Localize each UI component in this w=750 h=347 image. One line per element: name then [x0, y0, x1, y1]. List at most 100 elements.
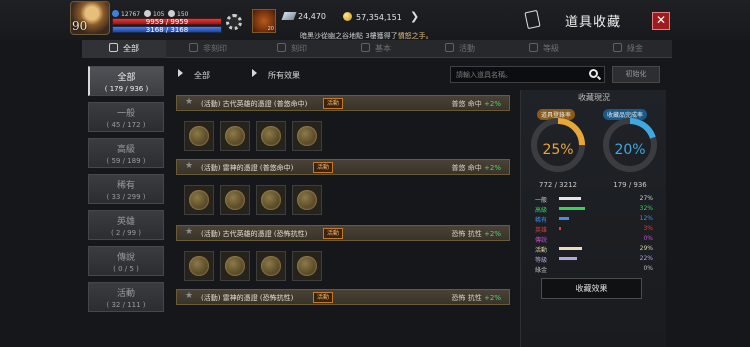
- collection-item-slot[interactable]: [220, 185, 250, 215]
- grade-label: 等級: [535, 257, 548, 264]
- tab-level[interactable]: 等級: [502, 40, 586, 58]
- effect-label: 普悠 命中: [451, 164, 482, 172]
- sidebar-item-label: 稀有: [116, 181, 135, 191]
- star-icon[interactable]: ★: [185, 161, 193, 171]
- player-level: 90: [72, 19, 88, 33]
- stat-a-value: 12767: [121, 11, 141, 18]
- tab-label: 綠金: [627, 44, 643, 53]
- tab-event[interactable]: 活動: [418, 40, 502, 58]
- grade-label: 綠金: [535, 267, 548, 274]
- coin-icon: [343, 12, 352, 21]
- entry-header[interactable]: ★ (活動) 古代英雄的憑證 (恐怖抗性) 活動 恐怖 抗性 +2%: [176, 225, 510, 241]
- star-icon[interactable]: ★: [185, 97, 193, 107]
- sidebar-item-hero[interactable]: 英雄 ( 2 / 99 ): [88, 210, 164, 240]
- tab-basic[interactable]: 基本: [334, 40, 418, 58]
- sidebar-item-count: ( 2 / 99 ): [110, 229, 142, 237]
- sidebar-item-label: 高級: [116, 145, 135, 155]
- tab-engraved[interactable]: 刻印: [250, 40, 334, 58]
- sidebar-item-advanced[interactable]: 高級 ( 59 / 189 ): [88, 138, 164, 168]
- category-filter[interactable]: 全部: [194, 70, 210, 81]
- effect-value: +2%: [484, 100, 501, 108]
- effect-label: 恐怖 抗性: [451, 294, 482, 302]
- tab-all[interactable]: 全部: [82, 40, 166, 58]
- grade-value: 22%: [639, 255, 653, 262]
- collection-item-slot[interactable]: [292, 121, 322, 151]
- collection-item-slot[interactable]: [220, 121, 250, 151]
- category-filter-arrow-icon[interactable]: [178, 69, 183, 77]
- grade-label: 傳說: [535, 237, 548, 244]
- tab-label: 刻印: [291, 44, 307, 53]
- collection-list[interactable]: ★ (活動) 古代英雄的憑證 (普悠命中) 活動 普悠 命中 +2% ★ (活動…: [174, 90, 512, 347]
- sidebar-item-label: 一般: [116, 109, 135, 119]
- entry-name: (活動) 雷神的憑證 (恐怖抗性): [201, 294, 294, 302]
- gear-icon[interactable]: [226, 14, 242, 30]
- effect-value: +2%: [484, 164, 501, 172]
- effect-value: +2%: [484, 294, 501, 302]
- notice-highlight: 憤怒之手。: [397, 32, 433, 40]
- grade-sidebar: 全部 ( 179 / 936 ) 一般 ( 45 / 172 ) 高級 ( 59 / …: [88, 66, 166, 347]
- sidebar-item-legend[interactable]: 傳說 ( 0 / 5 ): [88, 246, 164, 276]
- collection-completion-count: 179 / 936: [613, 181, 647, 189]
- sidebar-item-rare[interactable]: 稀有 ( 33 / 299 ): [88, 174, 164, 204]
- collection-item-slot[interactable]: [220, 251, 250, 281]
- collection-item-slot[interactable]: [292, 185, 322, 215]
- collection-entry[interactable]: ★ (活動) 古代英雄的憑證 (普悠命中) 活動 普悠 命中 +2%: [174, 95, 512, 155]
- collection-entry[interactable]: ★ (活動) 雷神的憑證 (恐怖抗性) 活動 恐怖 抗性 +2%: [174, 289, 512, 347]
- star-icon[interactable]: ★: [185, 227, 193, 237]
- status-title: 收藏現況: [578, 93, 610, 102]
- collection-item-slot[interactable]: [256, 251, 286, 281]
- collection-item-slot[interactable]: [184, 251, 214, 281]
- sidebar-item-label: 英雄: [116, 217, 135, 227]
- tab-non-engraved[interactable]: 非刻印: [166, 40, 250, 58]
- entry-header[interactable]: ★ (活動) 雷神的憑證 (恐怖抗性) 活動 恐怖 抗性 +2%: [176, 289, 510, 305]
- grade-row: 高級 32%: [535, 205, 659, 214]
- star-icon[interactable]: ★: [185, 291, 193, 301]
- grade-bar: [559, 227, 562, 230]
- collection-item-slot[interactable]: [292, 251, 322, 281]
- event-badge: 活動: [323, 228, 344, 239]
- entry-header[interactable]: ★ (活動) 古代英雄的憑證 (普悠命中) 活動 普悠 命中 +2%: [176, 95, 510, 111]
- collection-item-slot[interactable]: [256, 121, 286, 151]
- chevron-right-icon[interactable]: ❯: [410, 10, 419, 23]
- collection-entry[interactable]: ★ (活動) 古代英雄的憑證 (恐怖抗性) 活動 恐怖 抗性 +2%: [174, 225, 512, 285]
- grade-value: 0%: [643, 265, 653, 272]
- collection-effects-button[interactable]: 收藏效果: [541, 278, 642, 299]
- item-registration-rate: 25%: [542, 142, 574, 158]
- sidebar-item-count: ( 33 / 299 ): [106, 193, 146, 201]
- sidebar-item-all[interactable]: 全部 ( 179 / 936 ): [88, 66, 164, 96]
- sidebar-item-label: 全部: [117, 73, 136, 83]
- collection-entry[interactable]: ★ (活動) 雷神的憑證 (普悠命中) 活動 普悠 命中 +2%: [174, 159, 512, 219]
- effect-filter[interactable]: 所有效果: [268, 70, 300, 81]
- key-stat-icon: [144, 10, 151, 17]
- tab-green-gold[interactable]: 綠金: [586, 40, 670, 58]
- crystal-icon: [281, 12, 297, 20]
- tab-label: 基本: [375, 44, 391, 53]
- shield-stat-icon: [112, 10, 119, 17]
- quick-item-slot[interactable]: 20: [252, 9, 276, 33]
- grade-label: 稀有: [535, 217, 548, 224]
- reset-button[interactable]: 初始化: [612, 66, 660, 83]
- hp-text: 9959 / 9959: [145, 18, 189, 26]
- grade-value: 29%: [639, 245, 653, 252]
- search-icon[interactable]: [589, 69, 598, 78]
- effect-value: +2%: [484, 230, 501, 238]
- sidebar-item-common[interactable]: 一般 ( 45 / 172 ): [88, 102, 164, 132]
- event-badge: 活動: [313, 292, 334, 303]
- entry-header[interactable]: ★ (活動) 雷神的憑證 (普悠命中) 活動 普悠 命中 +2%: [176, 159, 510, 175]
- sidebar-item-event[interactable]: 活動 ( 32 / 111 ): [88, 282, 164, 312]
- close-button[interactable]: ✕: [652, 12, 670, 30]
- crest-stat-icon: [168, 10, 175, 17]
- currency-silver-value: 57,354,151: [356, 13, 402, 22]
- mp-text: 3168 / 3168: [145, 26, 189, 34]
- sidebar-item-count: ( 0 / 5 ): [113, 265, 139, 273]
- grade-bar: [559, 247, 583, 250]
- entry-effect: 恐怖 抗性 +2%: [452, 293, 501, 303]
- collection-item-slot[interactable]: [256, 185, 286, 215]
- collection-item-slot[interactable]: [184, 121, 214, 151]
- entry-effect: 普悠 命中 +2%: [452, 163, 501, 173]
- item-registration-count: 772 / 3212: [539, 181, 577, 189]
- effect-filter-arrow-icon[interactable]: [252, 69, 257, 77]
- search-input[interactable]: [450, 66, 605, 83]
- collection-item-slot[interactable]: [184, 185, 214, 215]
- grade-row: 傳說 0%: [535, 235, 659, 244]
